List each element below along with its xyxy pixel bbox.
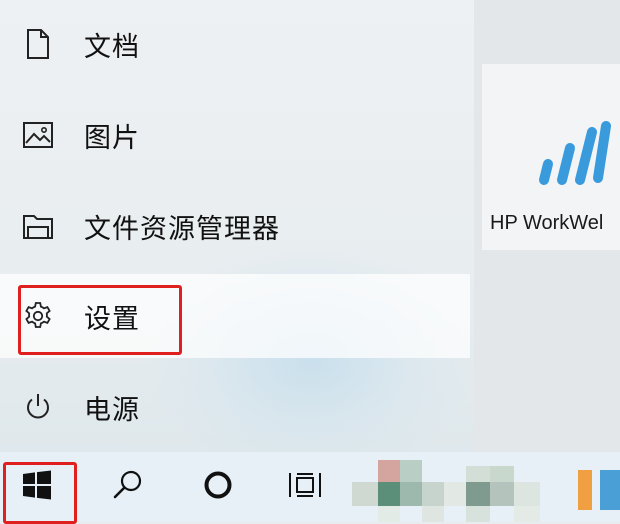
document-icon [22, 28, 54, 60]
start-item-file-explorer[interactable]: 文件资源管理器 [0, 184, 470, 268]
start-item-settings[interactable]: 设置 [0, 274, 470, 358]
taskbar-search-button[interactable] [98, 452, 158, 522]
start-item-pictures[interactable]: 图片 [0, 93, 470, 177]
start-item-settings-label: 设置 [84, 303, 140, 335]
start-button[interactable] [6, 452, 68, 522]
start-tiles-area: HP WorkWel [474, 0, 620, 452]
power-icon [22, 391, 54, 423]
cortana-icon [202, 469, 234, 505]
file-explorer-icon [22, 210, 54, 242]
start-item-pictures-label: 图片 [84, 122, 140, 154]
start-item-power[interactable]: 电源 [0, 365, 470, 449]
task-view-icon [288, 470, 324, 504]
start-item-file-explorer-label: 文件资源管理器 [84, 213, 280, 245]
cortana-button[interactable] [188, 452, 248, 522]
pictures-icon [22, 119, 54, 151]
tile-hp-workwell-label: HP WorkWel [490, 212, 604, 234]
start-menu-panel: 文档 图片 文件资源管理器 设置 电源 [0, 0, 474, 452]
start-item-power-label: 电源 [84, 394, 140, 426]
search-icon [112, 469, 144, 505]
hp-workwell-icon [539, 121, 611, 185]
windows-logo-icon [22, 470, 52, 504]
task-view-button[interactable] [276, 452, 336, 522]
taskbar-app-partial[interactable] [600, 470, 620, 510]
gear-icon [22, 300, 54, 332]
taskbar-pinned-apps-blurred [352, 460, 592, 522]
start-item-documents[interactable]: 文档 [0, 2, 470, 86]
start-item-documents-label: 文档 [84, 31, 140, 63]
